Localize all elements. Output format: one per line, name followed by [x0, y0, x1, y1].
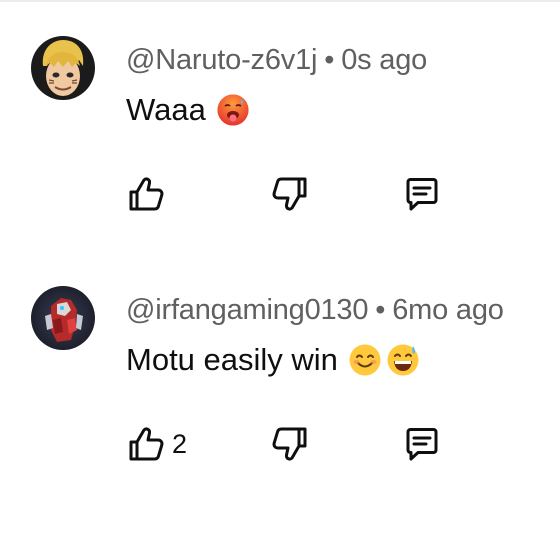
reply-comment-icon — [406, 178, 438, 211]
thumbs-up-icon — [129, 177, 164, 211]
avatar[interactable] — [31, 36, 95, 100]
comment-actions: 2 — [0, 420, 560, 468]
comment-actions — [0, 170, 560, 218]
avatar-image — [31, 36, 95, 100]
comment-timestamp[interactable]: 6mo ago — [392, 294, 504, 326]
comment-body: Waaa — [126, 92, 250, 128]
dislike-button[interactable] — [270, 170, 310, 218]
author-handle[interactable]: @irfangaming0130 — [126, 294, 368, 326]
meta-separator: • — [324, 44, 335, 76]
thumbs-up-icon — [129, 427, 164, 461]
comment-text: Motu easily win — [126, 342, 338, 377]
meta-separator: • — [375, 294, 386, 326]
like-button[interactable] — [126, 170, 172, 218]
top-divider — [0, 0, 560, 2]
avatar[interactable] — [31, 286, 95, 350]
hot-face-emoji-icon — [217, 94, 249, 126]
thumbs-down-icon — [272, 177, 307, 211]
like-count: 2 — [172, 428, 188, 459]
thumbs-down-icon — [272, 427, 307, 461]
comment-text: Waaa — [126, 92, 206, 127]
reply-button[interactable] — [402, 420, 442, 468]
comment-body: Motu easily win — [126, 342, 420, 378]
comment-meta: @irfangaming0130 • 6mo ago — [126, 294, 504, 327]
smiling-face-emoji-icon — [349, 344, 381, 376]
avatar-image — [31, 286, 95, 350]
like-button[interactable]: 2 — [126, 420, 187, 468]
author-handle[interactable]: @Naruto-z6v1j — [126, 44, 317, 76]
comment-meta: @Naruto-z6v1j • 0s ago — [126, 44, 427, 77]
grinning-sweat-emoji-icon — [387, 344, 419, 376]
reply-button[interactable] — [402, 170, 442, 218]
comments-screen: @Naruto-z6v1j • 0s ago Waaa @irfangaming… — [0, 0, 560, 560]
dislike-button[interactable] — [270, 420, 310, 468]
comment-timestamp[interactable]: 0s ago — [341, 44, 427, 76]
reply-comment-icon — [406, 428, 438, 461]
